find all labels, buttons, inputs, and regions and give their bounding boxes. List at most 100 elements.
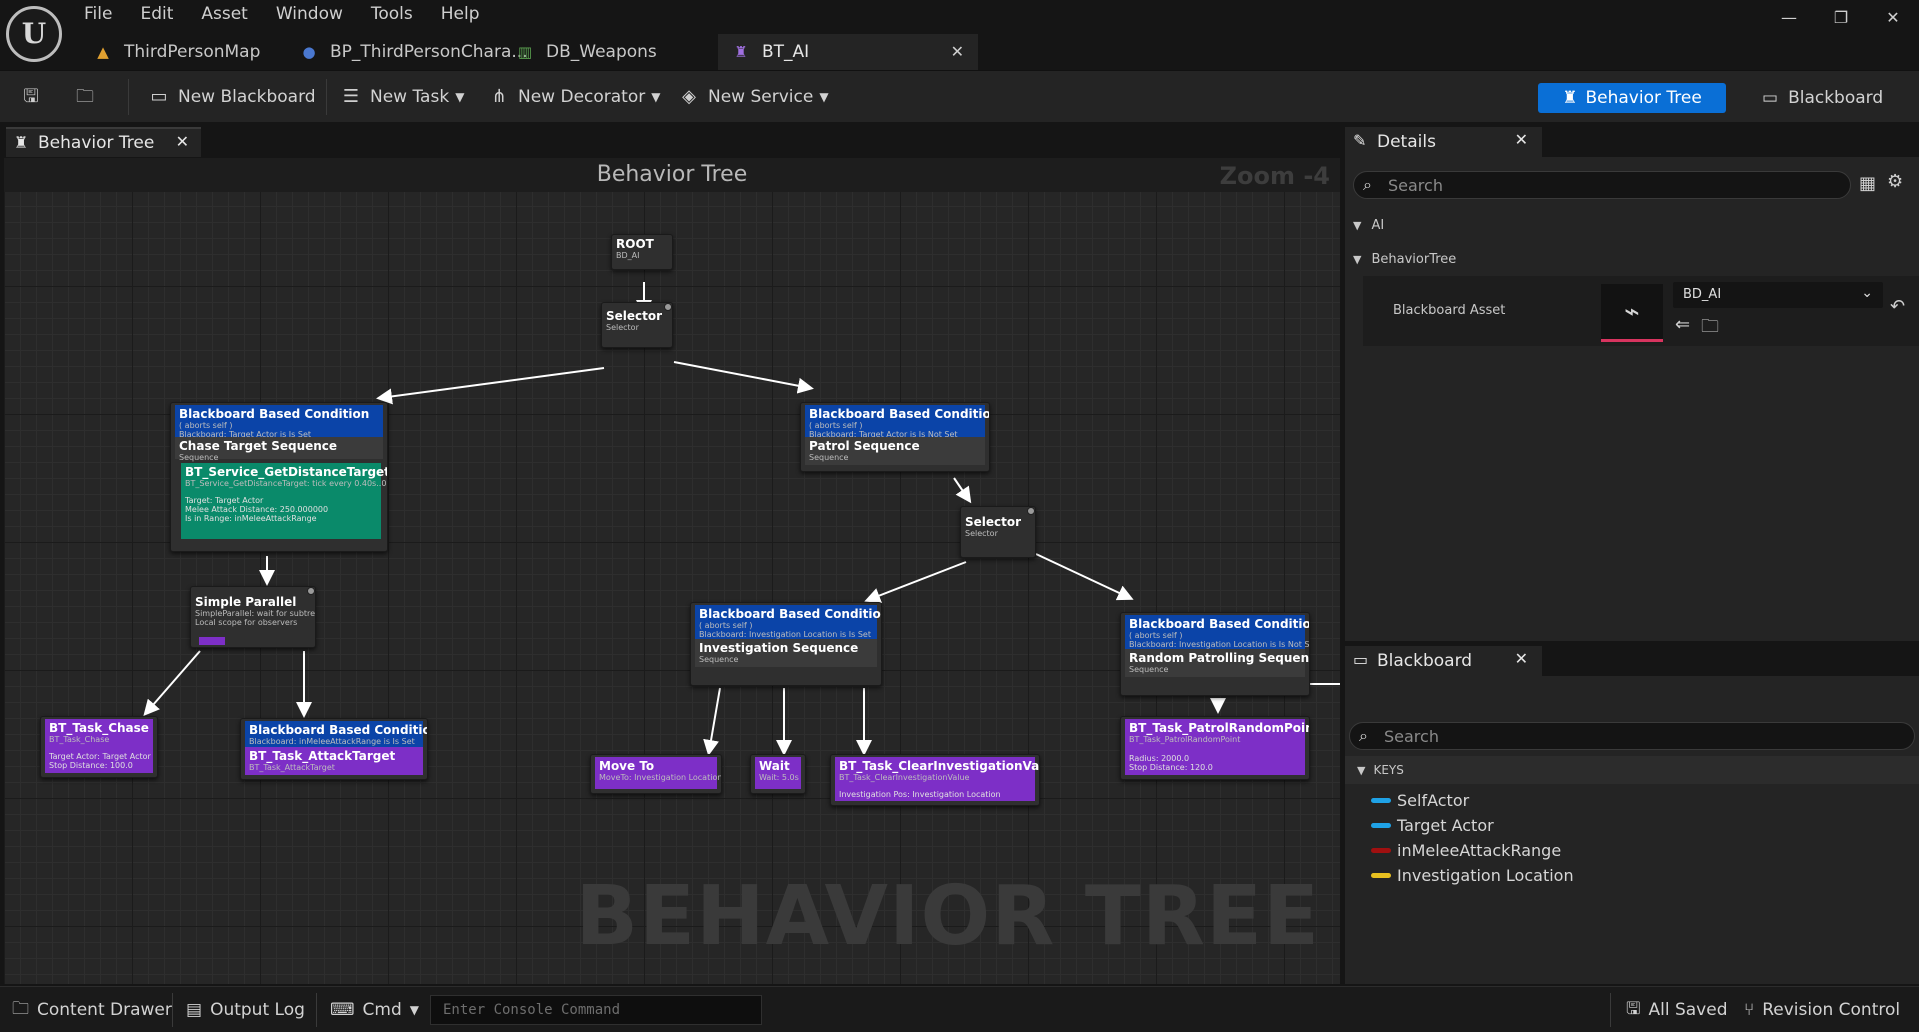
browse-button[interactable]: 🗀 (72, 79, 104, 115)
reset-to-default-icon[interactable]: ↶ (1890, 296, 1905, 317)
node-pin[interactable] (1027, 507, 1035, 515)
task-section[interactable]: Wait Wait: 5.0s (755, 757, 801, 789)
category-ai[interactable]: ▼ AI (1345, 209, 1919, 241)
task-sub: BT_Task_Chase (49, 735, 110, 744)
mode-behavior-tree-label: Behavior Tree (1585, 88, 1702, 108)
task-section[interactable]: BT_Task_Chase BT_Task_Chase Target Actor… (45, 719, 153, 773)
task-section[interactable]: Move To MoveTo: Investigation Location (595, 757, 721, 789)
close-icon[interactable]: ✕ (951, 42, 964, 61)
node-chase-target-sequence[interactable]: Blackboard Based Condition ( aborts self… (170, 402, 388, 552)
decorator-title: Blackboard Based Condition (1129, 617, 1310, 631)
decorator-blackboard-condition[interactable]: Blackboard Based Condition ( aborts self… (175, 405, 383, 439)
decorator-title: Blackboard Based Condition (699, 607, 882, 621)
tab-blackboard[interactable]: ▭ Blackboard ✕ (1345, 646, 1542, 676)
blackboard-asset-dropdown[interactable]: BD_AI ⌄ (1673, 282, 1883, 308)
decorator-blackboard-condition[interactable]: Blackboard Based Condition ( aborts self… (695, 605, 882, 639)
new-service-button[interactable]: ◈ New Service ▼ (676, 79, 828, 115)
console-command-input[interactable]: Enter Console Command (430, 995, 762, 1025)
save-button[interactable]: 🖫 (18, 79, 50, 115)
menu-edit[interactable]: Edit (126, 0, 187, 30)
tab-behavior-tree[interactable]: ♜ Behavior Tree ✕ (6, 127, 201, 157)
parallel-main-pin[interactable] (199, 637, 225, 645)
task-section[interactable]: BT_Task_PatrolRandomPoint BT_Task_Patrol… (1125, 719, 1309, 775)
new-task-button[interactable]: ☰ New Task ▼ (338, 79, 465, 115)
mode-blackboard-button[interactable]: ▭ Blackboard (1762, 83, 1912, 113)
service-get-distance-target[interactable]: BT_Service_GetDistanceTarget BT_Service_… (181, 463, 388, 539)
restore-button[interactable]: ❐ (1815, 0, 1867, 36)
close-icon[interactable]: ✕ (1515, 649, 1528, 668)
graph-tab-bar: ♜ Behavior Tree ✕ (0, 123, 1340, 157)
task-section[interactable]: BT_Task_AttackTarget BT_Task_AttackTarge… (245, 747, 423, 775)
doc-tab-thirdpersonmap[interactable]: ▲ ThirdPersonMap (80, 34, 280, 70)
decorator-blackboard-condition[interactable]: Blackboard Based Condition ( aborts self… (805, 405, 989, 439)
decorator-blackboard-condition[interactable]: Blackboard Based Condition Blackboard: i… (245, 721, 427, 747)
key-investigation-location[interactable]: Investigation Location (1371, 863, 1574, 888)
service-title: BT_Service_GetDistanceTarget (185, 465, 388, 479)
all-saved-button[interactable]: 🖫 All Saved (1626, 995, 1727, 1025)
blackboard-search-input[interactable]: ⌕ Search (1349, 722, 1915, 750)
node-move-to[interactable]: Move To MoveTo: Investigation Location (590, 754, 722, 794)
node-investigation-sequence[interactable]: Blackboard Based Condition ( aborts self… (690, 602, 882, 686)
minimize-button[interactable]: — (1763, 0, 1815, 36)
menu-tools[interactable]: Tools (357, 0, 427, 30)
doc-tab-db-weapons[interactable]: ▥ DB_Weapons (502, 34, 702, 70)
composite-sequence[interactable]: Chase Target Sequence Sequence (175, 437, 383, 462)
browse-icon[interactable]: 🗀 (1701, 314, 1719, 344)
close-icon[interactable]: ✕ (1515, 130, 1528, 149)
status-bar: 🗀 Content Drawer ▤ Output Log ⌨ Cmd ▼ En… (0, 986, 1919, 1032)
details-search-input[interactable]: ⌕ Search (1353, 171, 1851, 199)
composite-sequence[interactable]: Patrol Sequence Sequence (805, 437, 985, 465)
menu-asset[interactable]: Asset (187, 0, 261, 30)
tab-details[interactable]: ✎ Details ✕ (1345, 127, 1542, 157)
unreal-logo-icon[interactable]: U (6, 6, 62, 62)
node-attack-target[interactable]: Blackboard Based Condition Blackboard: i… (240, 718, 428, 780)
output-log-button[interactable]: ▤ Output Log (186, 995, 305, 1025)
node-clear-investigation-value[interactable]: BT_Task_ClearInvestigationValue BT_Task_… (830, 754, 1040, 806)
node-wait[interactable]: Wait Wait: 5.0s (750, 754, 806, 794)
new-blackboard-button[interactable]: ▭ New Blackboard (146, 79, 315, 115)
node-sub: BD_AI (616, 251, 640, 260)
doc-tab-bt-ai[interactable]: ♜ BT_AI ✕ (718, 34, 978, 70)
behavior-tree-graph[interactable]: Behavior Tree Zoom -4 ROOT BD_AI Selecto… (4, 158, 1340, 984)
cmd-dropdown[interactable]: ⌨ Cmd ▼ (330, 995, 419, 1025)
table-view-icon[interactable]: ▦ (1859, 173, 1876, 194)
node-task-chase[interactable]: BT_Task_Chase BT_Task_Chase Target Actor… (40, 716, 158, 778)
content-drawer-button[interactable]: 🗀 Content Drawer (12, 995, 172, 1025)
task-title: Move To (599, 759, 655, 773)
menu-window[interactable]: Window (262, 0, 357, 30)
node-pin[interactable] (664, 303, 672, 311)
key-inmeleeattackrange[interactable]: inMeleeAttackRange (1371, 838, 1561, 863)
mode-blackboard-label: Blackboard (1788, 88, 1884, 108)
doc-tab-bp-thirdpersoncharacter[interactable]: ● BP_ThirdPersonChara... (286, 34, 527, 70)
composite-sequence[interactable]: Investigation Sequence Sequence (695, 639, 877, 667)
node-patrol-random-point[interactable]: BT_Task_PatrolRandomPoint BT_Task_Patrol… (1120, 716, 1310, 780)
menu-help[interactable]: Help (427, 0, 494, 30)
task-section[interactable]: BT_Task_ClearInvestigationValue BT_Task_… (835, 757, 1039, 801)
node-selector-root[interactable]: Selector Selector (601, 302, 673, 348)
close-icon[interactable]: ✕ (176, 132, 189, 151)
title-bar: U File Edit Asset Window Tools Help ▲ Th… (0, 0, 1919, 70)
gear-icon[interactable]: ⚙ (1887, 171, 1903, 192)
node-root[interactable]: ROOT BD_AI (611, 234, 673, 270)
mode-behavior-tree-button[interactable]: ♜ Behavior Tree (1538, 83, 1726, 113)
keys-category[interactable]: ▼ KEYS (1345, 756, 1919, 784)
search-placeholder: Search (1388, 175, 1443, 195)
key-selfactor[interactable]: SelfActor (1371, 788, 1469, 813)
node-random-patrolling-sequence[interactable]: Blackboard Based Condition ( aborts self… (1120, 612, 1310, 696)
composite-title: Patrol Sequence (809, 439, 920, 453)
node-patrol-sequence[interactable]: Blackboard Based Condition ( aborts self… (800, 402, 990, 472)
new-decorator-button[interactable]: ⋔ New Decorator ▼ (486, 79, 660, 115)
close-window-button[interactable]: ✕ (1867, 0, 1919, 36)
use-selected-icon[interactable]: ⇐ (1675, 314, 1690, 335)
decorator-blackboard-condition[interactable]: Blackboard Based Condition ( aborts self… (1125, 615, 1310, 649)
revision-control-button[interactable]: ⑂ Revision Control (1744, 995, 1900, 1025)
chevron-down-icon: ▼ (1353, 218, 1362, 232)
key-target-actor[interactable]: Target Actor (1371, 813, 1494, 838)
node-selector-patrol[interactable]: Selector Selector (960, 506, 1036, 558)
node-pin[interactable] (307, 587, 315, 595)
composite-sequence[interactable]: Random Patrolling Sequence Sequence (1125, 649, 1309, 677)
menu-file[interactable]: File (70, 0, 126, 30)
asset-thumbnail-icon[interactable]: ⌁ (1601, 284, 1663, 342)
node-simple-parallel[interactable]: Simple Parallel SimpleParallel: wait for… (190, 586, 316, 648)
category-behaviortree[interactable]: ▼ BehaviorTree (1345, 243, 1919, 275)
